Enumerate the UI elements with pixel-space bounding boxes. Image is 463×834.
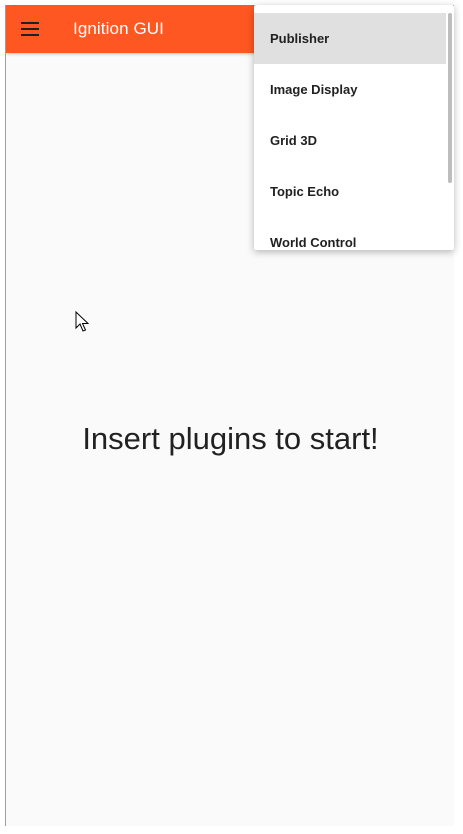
menu-item-world-control[interactable]: World Control bbox=[254, 217, 446, 250]
app-title: Ignition GUI bbox=[73, 19, 164, 38]
mouse-pointer-icon bbox=[75, 311, 89, 332]
empty-state-message: Insert plugins to start! bbox=[82, 421, 379, 456]
plugin-menu: Publisher Image Display Grid 3D Topic Ec… bbox=[254, 5, 454, 250]
hamburger-menu-icon[interactable] bbox=[20, 19, 40, 39]
menu-item-image-display[interactable]: Image Display bbox=[254, 64, 446, 115]
menu-item-topic-echo[interactable]: Topic Echo bbox=[254, 166, 446, 217]
menu-item-publisher[interactable]: Publisher bbox=[254, 13, 446, 64]
menu-item-grid-3d[interactable]: Grid 3D bbox=[254, 115, 446, 166]
menu-scrollbar[interactable] bbox=[448, 13, 452, 183]
